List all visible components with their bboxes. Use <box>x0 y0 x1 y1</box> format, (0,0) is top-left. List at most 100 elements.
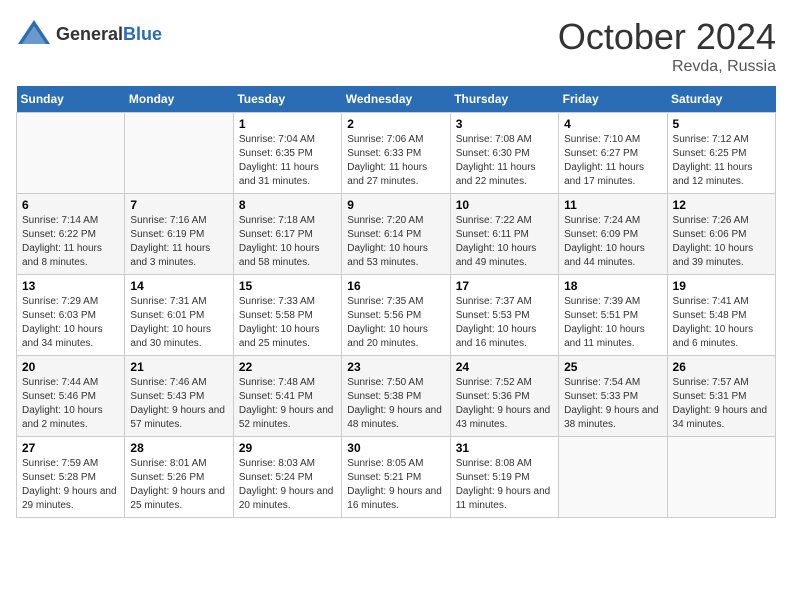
calendar-cell: 12 Sunrise: 7:26 AMSunset: 6:06 PMDayligh… <box>667 194 775 275</box>
day-detail: Sunrise: 7:39 AMSunset: 5:51 PMDaylight:… <box>564 295 661 351</box>
calendar-cell: 4 Sunrise: 7:10 AMSunset: 6:27 PMDaylight… <box>559 113 667 194</box>
day-number: 21 <box>130 360 227 374</box>
day-number: 27 <box>22 441 119 455</box>
day-number: 30 <box>347 441 444 455</box>
page-header: GeneralBlue October 2024 Revda, Russia <box>16 16 776 76</box>
calendar-cell: 9Sunrise: 7:20 AMSunset: 6:14 PMDaylight… <box>342 194 450 275</box>
calendar-title: October 2024 <box>558 16 776 58</box>
day-detail: Sunrise: 7:04 AMSunset: 6:35 PMDaylight:… <box>239 133 336 189</box>
calendar-cell: 11 Sunrise: 7:24 AMSunset: 6:09 PMDayligh… <box>559 194 667 275</box>
day-detail: Sunrise: 7:48 AMSunset: 5:41 PMDaylight:… <box>239 376 336 432</box>
weekday-header: Monday <box>125 86 233 113</box>
calendar-cell: 25 Sunrise: 7:54 AMSunset: 5:33 PMDayligh… <box>559 356 667 437</box>
weekday-header: Saturday <box>667 86 775 113</box>
day-detail: Sunrise: 8:05 AMSunset: 5:21 PMDaylight:… <box>347 457 444 513</box>
weekday-header-row: SundayMondayTuesdayWednesdayThursdayFrid… <box>17 86 776 113</box>
day-number: 7 <box>130 198 227 212</box>
weekday-header: Sunday <box>17 86 125 113</box>
logo-general-text: General <box>56 24 123 44</box>
day-number: 12 <box>673 198 770 212</box>
calendar-cell: 18 Sunrise: 7:39 AMSunset: 5:51 PMDayligh… <box>559 275 667 356</box>
day-detail: Sunrise: 7:22 AMSunset: 6:11 PMDaylight:… <box>456 214 553 270</box>
calendar-cell: 1Sunrise: 7:04 AMSunset: 6:35 PMDaylight… <box>233 113 341 194</box>
calendar-cell: 31Sunrise: 8:08 AMSunset: 5:19 PMDayligh… <box>450 437 558 518</box>
calendar-cell: 2 Sunrise: 7:06 AMSunset: 6:33 PMDaylight… <box>342 113 450 194</box>
day-number: 26 <box>673 360 770 374</box>
day-detail: Sunrise: 7:18 AMSunset: 6:17 PMDaylight:… <box>239 214 336 270</box>
calendar-week-row: 27Sunrise: 7:59 AMSunset: 5:28 PMDayligh… <box>17 437 776 518</box>
day-number: 25 <box>564 360 661 374</box>
day-detail: Sunrise: 7:12 AMSunset: 6:25 PMDaylight:… <box>673 133 770 189</box>
day-number: 17 <box>456 279 553 293</box>
day-detail: Sunrise: 7:50 AMSunset: 5:38 PMDaylight:… <box>347 376 444 432</box>
day-number: 23 <box>347 360 444 374</box>
calendar-cell <box>125 113 233 194</box>
day-detail: Sunrise: 7:33 AMSunset: 5:58 PMDaylight:… <box>239 295 336 351</box>
calendar-location: Revda, Russia <box>558 58 776 76</box>
day-number: 16 <box>347 279 444 293</box>
day-number: 29 <box>239 441 336 455</box>
day-number: 13 <box>22 279 119 293</box>
day-number: 14 <box>130 279 227 293</box>
day-number: 18 <box>564 279 661 293</box>
day-number: 24 <box>456 360 553 374</box>
day-number: 28 <box>130 441 227 455</box>
day-detail: Sunrise: 7:26 AMSunset: 6:06 PMDaylight:… <box>673 214 770 270</box>
calendar-cell: 5 Sunrise: 7:12 AMSunset: 6:25 PMDaylight… <box>667 113 775 194</box>
day-detail: Sunrise: 7:44 AMSunset: 5:46 PMDaylight:… <box>22 376 119 432</box>
calendar-table: SundayMondayTuesdayWednesdayThursdayFrid… <box>16 86 776 518</box>
calendar-week-row: 6Sunrise: 7:14 AMSunset: 6:22 PMDaylight… <box>17 194 776 275</box>
calendar-cell: 21Sunrise: 7:46 AMSunset: 5:43 PMDayligh… <box>125 356 233 437</box>
weekday-header: Tuesday <box>233 86 341 113</box>
day-detail: Sunrise: 7:29 AMSunset: 6:03 PMDaylight:… <box>22 295 119 351</box>
calendar-cell: 13 Sunrise: 7:29 AMSunset: 6:03 PMDayligh… <box>17 275 125 356</box>
day-detail: Sunrise: 7:52 AMSunset: 5:36 PMDaylight:… <box>456 376 553 432</box>
day-detail: Sunrise: 7:54 AMSunset: 5:33 PMDaylight:… <box>564 376 661 432</box>
day-number: 22 <box>239 360 336 374</box>
day-number: 4 <box>564 117 661 131</box>
calendar-week-row: 20 Sunrise: 7:44 AMSunset: 5:46 PMDayligh… <box>17 356 776 437</box>
calendar-cell: 30 Sunrise: 8:05 AMSunset: 5:21 PMDayligh… <box>342 437 450 518</box>
calendar-cell: 8 Sunrise: 7:18 AMSunset: 6:17 PMDaylight… <box>233 194 341 275</box>
calendar-cell: 16 Sunrise: 7:35 AMSunset: 5:56 PMDayligh… <box>342 275 450 356</box>
title-block: October 2024 Revda, Russia <box>558 16 776 76</box>
calendar-cell <box>17 113 125 194</box>
calendar-cell: 7 Sunrise: 7:16 AMSunset: 6:19 PMDaylight… <box>125 194 233 275</box>
day-detail: Sunrise: 7:35 AMSunset: 5:56 PMDaylight:… <box>347 295 444 351</box>
day-number: 5 <box>673 117 770 131</box>
day-detail: Sunrise: 7:20 AMSunset: 6:14 PMDaylight:… <box>347 214 444 270</box>
day-detail: Sunrise: 7:41 AMSunset: 5:48 PMDaylight:… <box>673 295 770 351</box>
calendar-cell: 29 Sunrise: 8:03 AMSunset: 5:24 PMDayligh… <box>233 437 341 518</box>
calendar-cell: 3Sunrise: 7:08 AMSunset: 6:30 PMDaylight… <box>450 113 558 194</box>
day-number: 20 <box>22 360 119 374</box>
day-number: 19 <box>673 279 770 293</box>
calendar-cell: 27Sunrise: 7:59 AMSunset: 5:28 PMDayligh… <box>17 437 125 518</box>
logo-blue-text: Blue <box>123 24 162 44</box>
day-detail: Sunrise: 8:03 AMSunset: 5:24 PMDaylight:… <box>239 457 336 513</box>
weekday-header: Thursday <box>450 86 558 113</box>
day-number: 2 <box>347 117 444 131</box>
calendar-cell: 22 Sunrise: 7:48 AMSunset: 5:41 PMDayligh… <box>233 356 341 437</box>
day-detail: Sunrise: 7:24 AMSunset: 6:09 PMDaylight:… <box>564 214 661 270</box>
day-detail: Sunrise: 7:16 AMSunset: 6:19 PMDaylight:… <box>130 214 227 270</box>
logo: GeneralBlue <box>16 16 162 52</box>
calendar-cell: 24 Sunrise: 7:52 AMSunset: 5:36 PMDayligh… <box>450 356 558 437</box>
day-number: 31 <box>456 441 553 455</box>
day-number: 10 <box>456 198 553 212</box>
calendar-cell: 6Sunrise: 7:14 AMSunset: 6:22 PMDaylight… <box>17 194 125 275</box>
calendar-cell: 10 Sunrise: 7:22 AMSunset: 6:11 PMDayligh… <box>450 194 558 275</box>
calendar-cell: 20 Sunrise: 7:44 AMSunset: 5:46 PMDayligh… <box>17 356 125 437</box>
day-number: 6 <box>22 198 119 212</box>
day-detail: Sunrise: 7:10 AMSunset: 6:27 PMDaylight:… <box>564 133 661 189</box>
weekday-header: Friday <box>559 86 667 113</box>
day-detail: Sunrise: 7:06 AMSunset: 6:33 PMDaylight:… <box>347 133 444 189</box>
day-number: 8 <box>239 198 336 212</box>
calendar-cell: 14Sunrise: 7:31 AMSunset: 6:01 PMDayligh… <box>125 275 233 356</box>
day-number: 15 <box>239 279 336 293</box>
calendar-week-row: 1Sunrise: 7:04 AMSunset: 6:35 PMDaylight… <box>17 113 776 194</box>
day-number: 3 <box>456 117 553 131</box>
calendar-cell: 26Sunrise: 7:57 AMSunset: 5:31 PMDayligh… <box>667 356 775 437</box>
calendar-cell: 19 Sunrise: 7:41 AMSunset: 5:48 PMDayligh… <box>667 275 775 356</box>
day-number: 11 <box>564 198 661 212</box>
day-detail: Sunrise: 8:01 AMSunset: 5:26 PMDaylight:… <box>130 457 227 513</box>
